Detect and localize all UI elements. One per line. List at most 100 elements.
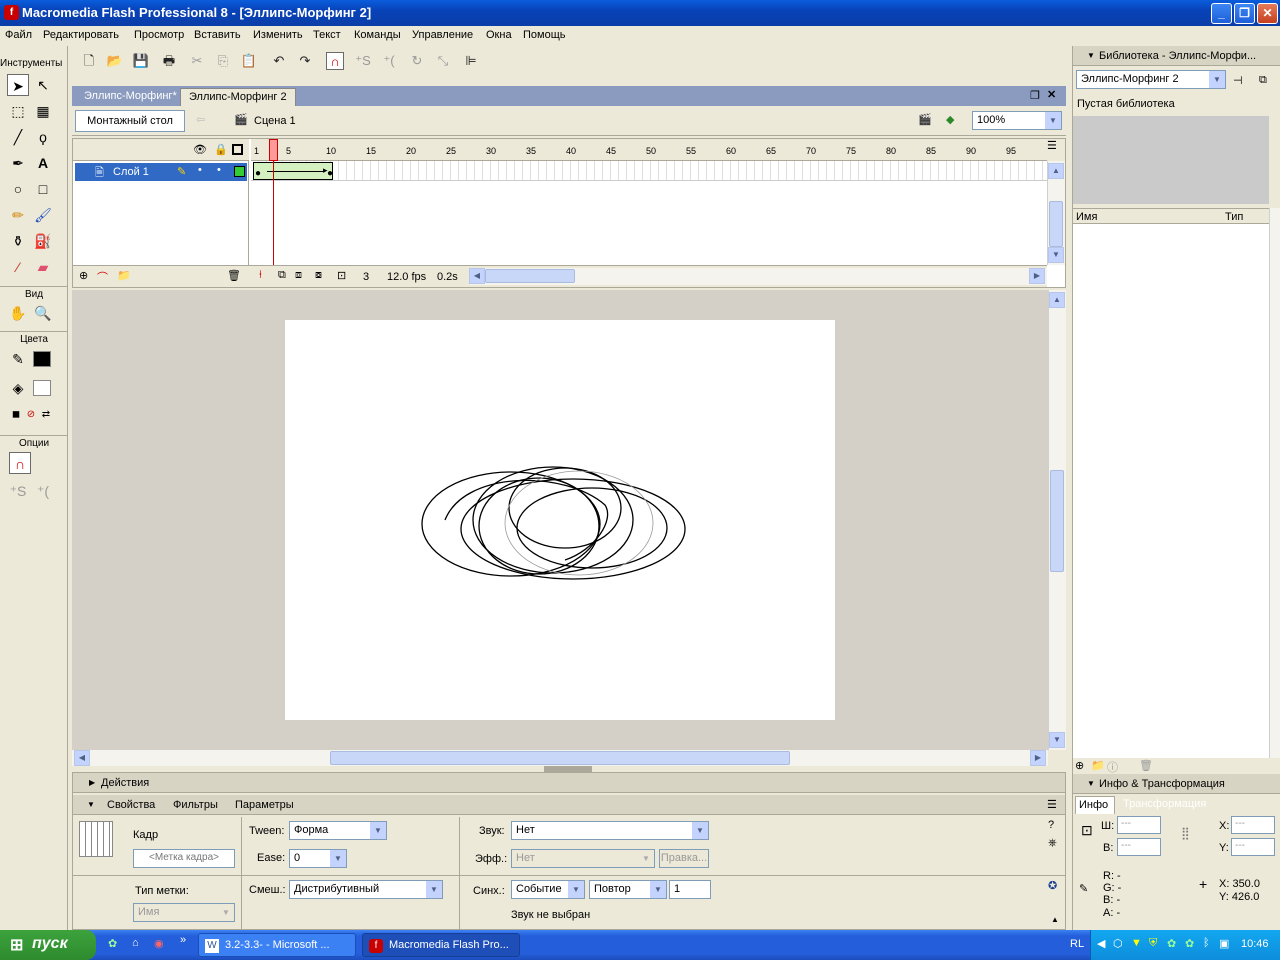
edit-in-place-icon[interactable]: ⎈ [1048, 837, 1057, 850]
insert-layer-icon[interactable]: ⊕ [79, 269, 88, 282]
actions-panel-header[interactable]: ▶ Действия [73, 773, 1065, 793]
free-transform-tool-icon[interactable]: ⬚ [7, 100, 29, 122]
quicklaunch-icon[interactable]: ◉ [154, 937, 164, 950]
tray-icon[interactable]: ⛨ [1149, 937, 1157, 950]
network-icon[interactable]: ▣ [1219, 937, 1229, 950]
delete-icon[interactable]: 🗑 [1139, 759, 1153, 772]
tab-info[interactable]: Инфо [1075, 796, 1115, 814]
rotate-icon[interactable]: ↻ [408, 52, 426, 70]
registration-grid-icon[interactable]: ⣿ [1181, 826, 1190, 840]
rectangle-tool-icon[interactable]: □ [32, 178, 54, 200]
menu-view[interactable]: Просмотр [134, 29, 184, 41]
edit-multiple-frames-icon[interactable]: ⧇ [315, 269, 322, 282]
straighten-icon[interactable]: ⁺( [32, 480, 54, 502]
onion-markers-icon[interactable]: ⊡ [337, 269, 346, 282]
menu-help[interactable]: Помощь [523, 29, 566, 41]
show-hide-eye-icon[interactable]: 👁 [193, 143, 207, 156]
eraser-tool-icon[interactable]: ▰ [32, 256, 54, 278]
accessibility-icon[interactable]: ✪ [1048, 879, 1057, 892]
close-button[interactable]: ✕ [1257, 3, 1278, 24]
scroll-up-icon[interactable]: ▲ [1048, 163, 1064, 179]
lasso-tool-icon[interactable]: ϙ [32, 126, 54, 148]
outline-icon[interactable] [232, 144, 243, 155]
tab-parameters[interactable]: Параметры [235, 799, 294, 811]
zoom-tool-icon[interactable]: 🔍 [32, 302, 54, 324]
oval-tool-icon[interactable]: ○ [7, 178, 29, 200]
scroll-thumb[interactable] [1049, 201, 1063, 247]
ease-input[interactable]: 0 ▼ [289, 849, 347, 868]
cut-icon[interactable]: ✂ [188, 52, 206, 70]
scroll-right-icon[interactable]: ▶ [1029, 268, 1045, 284]
lock-dot-icon[interactable]: • [217, 164, 221, 176]
tray-icon[interactable]: ✿ [1167, 937, 1176, 950]
tween-select[interactable]: Форма ▼ [289, 821, 387, 840]
edit-sound-button[interactable]: Правка... [659, 849, 709, 868]
menu-modify[interactable]: Изменить [253, 29, 303, 41]
scroll-left-icon[interactable]: ◀ [74, 750, 90, 766]
fill-color-swatch[interactable] [33, 380, 51, 396]
timeline-vertical-scrollbar[interactable]: ▲ ▼ [1047, 161, 1065, 265]
onion-outlines-icon[interactable]: ⧈ [295, 269, 302, 282]
menu-text[interactable]: Текст [313, 29, 341, 41]
quicklaunch-icon[interactable]: ✿ [108, 937, 117, 950]
swap-colors-icon[interactable]: ⇄ [35, 404, 57, 426]
start-button[interactable]: ⊞ пуск [0, 930, 96, 960]
tray-icon[interactable]: ✿ [1185, 937, 1194, 950]
stroke-color-swatch[interactable] [33, 351, 51, 367]
library-header[interactable]: ▼ Библиотека - Эллипс-Морфи... [1073, 46, 1280, 66]
info-header[interactable]: ▼ Инфо & Трансформация [1073, 774, 1280, 794]
hand-tool-icon[interactable]: ✋ [7, 302, 29, 324]
undo-icon[interactable]: ↶ [270, 52, 288, 70]
restore-button[interactable]: ❐ [1234, 3, 1255, 24]
pin-library-icon[interactable]: ⊣ [1233, 74, 1243, 87]
quicklaunch-overflow-icon[interactable]: » [180, 934, 186, 946]
frame-name-input[interactable]: <Метка кадра> [133, 849, 235, 868]
snap-to-objects-icon[interactable]: ∩ [326, 52, 344, 70]
sound-select[interactable]: Нет ▼ [511, 821, 709, 840]
new-document-icon[interactable]: 🗋 [80, 52, 98, 70]
scroll-down-icon[interactable]: ▼ [1048, 247, 1064, 263]
fill-transform-tool-icon[interactable]: ▦ [32, 100, 54, 122]
save-icon[interactable]: 💾 [132, 52, 150, 70]
task-word[interactable]: W 3.2-3.3- - Microsoft ... [198, 933, 356, 957]
frame-ruler[interactable]: 1 5 10 15 20 25 30 35 40 45 50 55 60 65 70 75 80 85 90 95 [251, 139, 1047, 161]
ink-bottle-tool-icon[interactable]: ⚱ [7, 230, 29, 252]
tray-icon[interactable]: ▼ [1131, 937, 1142, 949]
line-tool-icon[interactable]: ╱ [7, 126, 29, 148]
scroll-up-icon[interactable]: ▲ [1049, 292, 1065, 308]
eyedropper-tool-icon[interactable]: ⁄ [7, 256, 29, 278]
text-tool-icon[interactable]: A [32, 152, 54, 174]
doc-restore-icon[interactable]: ❐ [1030, 89, 1040, 102]
repeat-select[interactable]: Повтор ▼ [589, 880, 667, 899]
subselect-tool-icon[interactable]: ↖ [32, 74, 54, 96]
menu-file[interactable]: Файл [5, 29, 32, 41]
align-icon[interactable]: ⊫ [462, 52, 480, 70]
stage-horizontal-scrollbar[interactable]: ◀ ▶ [72, 750, 1048, 766]
timeline-horizontal-scrollbar[interactable]: ◀ ▶ [469, 268, 1047, 285]
collapse-arrow-icon[interactable]: ▼ [87, 800, 95, 809]
print-icon[interactable]: 🖶 [160, 52, 178, 70]
collapse-panel-icon[interactable]: ▲ [1051, 915, 1059, 924]
h-scroll-thumb[interactable] [485, 269, 575, 283]
label-type-select[interactable]: Имя ▼ [133, 903, 235, 922]
library-list[interactable] [1073, 224, 1269, 758]
scroll-left-icon[interactable]: ◀ [469, 268, 485, 284]
x-field[interactable]: --- [1231, 816, 1275, 834]
repeat-count-input[interactable]: 1 [669, 880, 711, 899]
smooth-icon[interactable]: ⁺S [7, 480, 29, 502]
tab-ellipse-morphing[interactable]: Эллипс-Морфинг* [76, 88, 185, 106]
stage-vertical-scrollbar[interactable]: ▲ ▼ [1048, 290, 1066, 750]
menu-window[interactable]: Окна [486, 29, 512, 41]
onion-skin-icon[interactable]: ⧉ [278, 269, 286, 282]
timeline-menu-icon[interactable]: ☰ [1047, 139, 1065, 161]
zoom-select[interactable]: 100% ▼ [972, 111, 1062, 130]
open-folder-icon[interactable]: 📂 [106, 52, 124, 70]
language-indicator[interactable]: RL [1070, 938, 1084, 950]
frames-row[interactable]: ● ▸ ● [251, 161, 1047, 181]
timeline-toggle-button[interactable]: Монтажный стол [75, 110, 185, 132]
sync-select[interactable]: Событие ▼ [511, 880, 585, 899]
new-symbol-icon[interactable]: ⊕ [1075, 759, 1084, 772]
scale-icon[interactable]: ⤡ [434, 52, 452, 70]
blend-select[interactable]: Дистрибутивный ▼ [289, 880, 443, 899]
lock-icon[interactable]: 🔒 [214, 143, 228, 156]
